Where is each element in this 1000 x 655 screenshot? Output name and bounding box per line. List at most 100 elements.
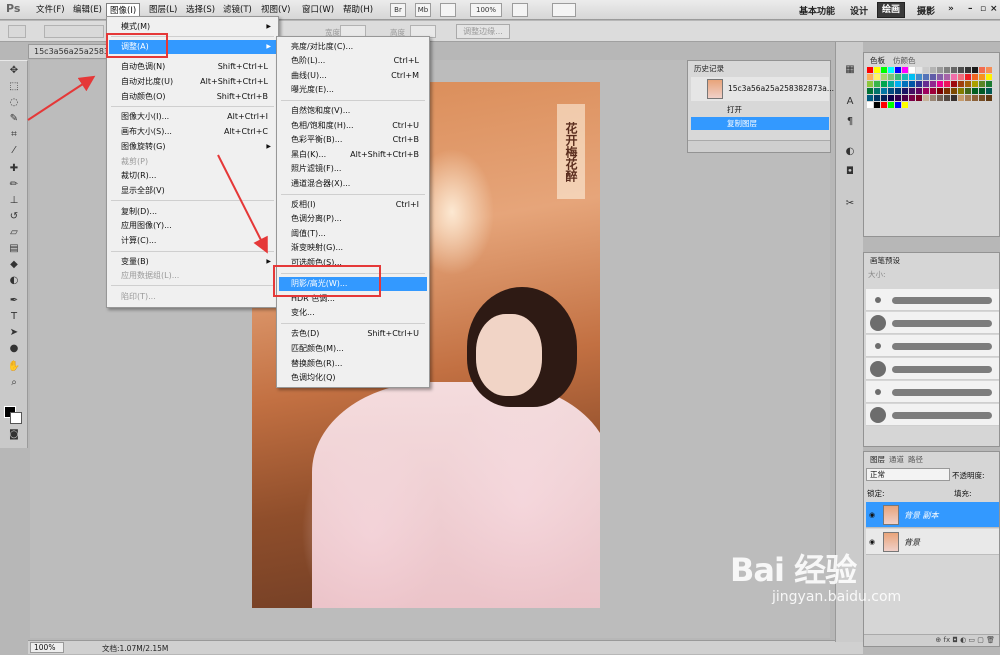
color-swatch[interactable]: [867, 102, 874, 109]
color-swatch[interactable]: [867, 95, 874, 102]
path-select-tool-icon[interactable]: ➤: [5, 325, 23, 340]
image-menu-item[interactable]: 显示全部(V): [109, 184, 276, 198]
color-swatch[interactable]: [867, 88, 874, 95]
channels-tab[interactable]: 通道: [886, 454, 907, 465]
document-tab[interactable]: 15c3a56a25a2583: [28, 44, 108, 59]
color-swatch[interactable]: [937, 67, 944, 74]
crop-tool-icon[interactable]: ⌗: [5, 127, 23, 142]
visibility-eye-icon[interactable]: ◉: [869, 511, 875, 519]
color-swatch[interactable]: [937, 81, 944, 88]
color-swatch[interactable]: [944, 67, 951, 74]
marquee-tool-icon[interactable]: ⬚: [5, 79, 23, 94]
color-swatch[interactable]: [972, 67, 979, 74]
menu-window[interactable]: 窗口(W): [299, 3, 337, 18]
color-swatch[interactable]: [895, 81, 902, 88]
marquee-tool-icon[interactable]: [8, 25, 26, 38]
image-menu-item[interactable]: 变量(B) ▶: [109, 255, 276, 269]
color-swatch[interactable]: [895, 102, 902, 109]
color-swatch[interactable]: [895, 74, 902, 81]
minibridge-button[interactable]: Mb: [415, 3, 431, 17]
color-swatch[interactable]: [888, 74, 895, 81]
bridge-button[interactable]: Br: [390, 3, 406, 17]
color-swatch[interactable]: [958, 81, 965, 88]
history-snapshot[interactable]: 15c3a56a25a258382873a...: [691, 77, 834, 101]
adjust-menu-item[interactable]: 匹配颜色(M)...: [279, 342, 427, 356]
color-swatch[interactable]: [888, 95, 895, 102]
adjust-menu-item[interactable]: 曝光度(E)...: [279, 83, 427, 97]
color-swatch[interactable]: [930, 81, 937, 88]
image-menu-item[interactable]: 自动颜色(O) Shift+Ctrl+B: [109, 90, 276, 104]
color-swatch[interactable]: [930, 74, 937, 81]
workspace-essentials[interactable]: 基本功能: [799, 4, 835, 17]
color-swatch[interactable]: [979, 81, 986, 88]
color-swatch[interactable]: [881, 102, 888, 109]
history-row[interactable]: 打开: [691, 103, 829, 116]
character-panel-icon[interactable]: A: [842, 94, 858, 110]
adjust-menu-item[interactable]: 色调分离(P)...: [279, 212, 427, 226]
history-panel-icon[interactable]: ▦: [842, 62, 858, 78]
adjust-menu-item[interactable]: 照片滤镜(F)...: [279, 162, 427, 176]
color-swatch[interactable]: [972, 81, 979, 88]
color-swatch[interactable]: [965, 88, 972, 95]
color-swatch[interactable]: [902, 88, 909, 95]
color-swatch[interactable]: [951, 74, 958, 81]
color-swatch[interactable]: [923, 88, 930, 95]
color-swatch[interactable]: [902, 67, 909, 74]
swatches-tab[interactable]: 色板: [867, 55, 888, 66]
color-swatch[interactable]: [909, 95, 916, 102]
adjust-menu-item[interactable]: 亮度/对比度(C)...: [279, 40, 427, 54]
workspace-painting[interactable]: 绘画: [877, 2, 906, 18]
color-swatch[interactable]: [902, 81, 909, 88]
color-swatch[interactable]: [951, 88, 958, 95]
masks-panel-icon[interactable]: ◘: [842, 164, 858, 180]
layers-tab[interactable]: 图层: [867, 454, 888, 465]
color-swatch[interactable]: [944, 88, 951, 95]
color-swatch[interactable]: [874, 81, 881, 88]
clone-stamp-tool-icon[interactable]: ⊥: [5, 193, 23, 208]
color-swatch[interactable]: [986, 95, 993, 102]
color-swatch[interactable]: [944, 81, 951, 88]
image-menu-item[interactable]: 裁切(R)...: [109, 169, 276, 183]
color-swatch[interactable]: [916, 95, 923, 102]
color-swatch[interactable]: [881, 81, 888, 88]
quick-mask-icon[interactable]: ◙: [5, 427, 23, 442]
color-swatch[interactable]: [937, 95, 944, 102]
image-menu-item[interactable]: 计算(C)...: [109, 234, 276, 248]
color-swatch[interactable]: [867, 67, 874, 74]
color-swatch[interactable]: [958, 95, 965, 102]
color-swatch[interactable]: [923, 67, 930, 74]
color-swatch[interactable]: [867, 74, 874, 81]
image-menu-item[interactable]: 画布大小(S)... Alt+Ctrl+C: [109, 125, 276, 139]
layer-row[interactable]: ◉ 背景 副本: [866, 502, 999, 528]
color-swatch[interactable]: [930, 95, 937, 102]
image-menu-item[interactable]: 自动对比度(U) Alt+Shift+Ctrl+L: [109, 75, 276, 89]
image-menu-item[interactable]: 图像旋转(G) ▶: [109, 140, 276, 154]
color-swatch[interactable]: [937, 74, 944, 81]
color-swatch[interactable]: [979, 95, 986, 102]
color-swatch[interactable]: [874, 67, 881, 74]
zoom-tool-icon[interactable]: ⌕: [5, 375, 23, 390]
view-extras-button[interactable]: [440, 3, 456, 17]
color-swatch[interactable]: [874, 74, 881, 81]
color-swatch[interactable]: [965, 81, 972, 88]
adjust-menu-item[interactable]: 色彩平衡(B)... Ctrl+B: [279, 133, 427, 147]
color-swatch[interactable]: [979, 88, 986, 95]
color-swatch[interactable]: [916, 67, 923, 74]
menu-help[interactable]: 帮助(H): [340, 3, 376, 18]
color-swatch[interactable]: [895, 95, 902, 102]
brush-preset-row[interactable]: [866, 289, 999, 311]
pen-tool-icon[interactable]: ✒: [5, 293, 23, 308]
adjust-menu-item[interactable]: 曲线(U)... Ctrl+M: [279, 69, 427, 83]
color-swatch[interactable]: [958, 88, 965, 95]
image-menu-item[interactable]: 自动色调(N) Shift+Ctrl+L: [109, 60, 276, 74]
styles-tab[interactable]: 仿颜色: [890, 55, 919, 66]
blend-mode-select[interactable]: 正常: [866, 468, 950, 481]
minimize-icon[interactable]: –: [968, 4, 973, 14]
adjust-menu-item[interactable]: 色调均化(Q): [279, 371, 427, 385]
dodge-tool-icon[interactable]: ◐: [5, 273, 23, 288]
image-menu-item[interactable]: 模式(M) ▶: [109, 20, 276, 34]
color-swatch[interactable]: [881, 95, 888, 102]
brush-preset-row[interactable]: [866, 381, 999, 403]
color-swatch[interactable]: [923, 95, 930, 102]
color-swatch[interactable]: [944, 95, 951, 102]
